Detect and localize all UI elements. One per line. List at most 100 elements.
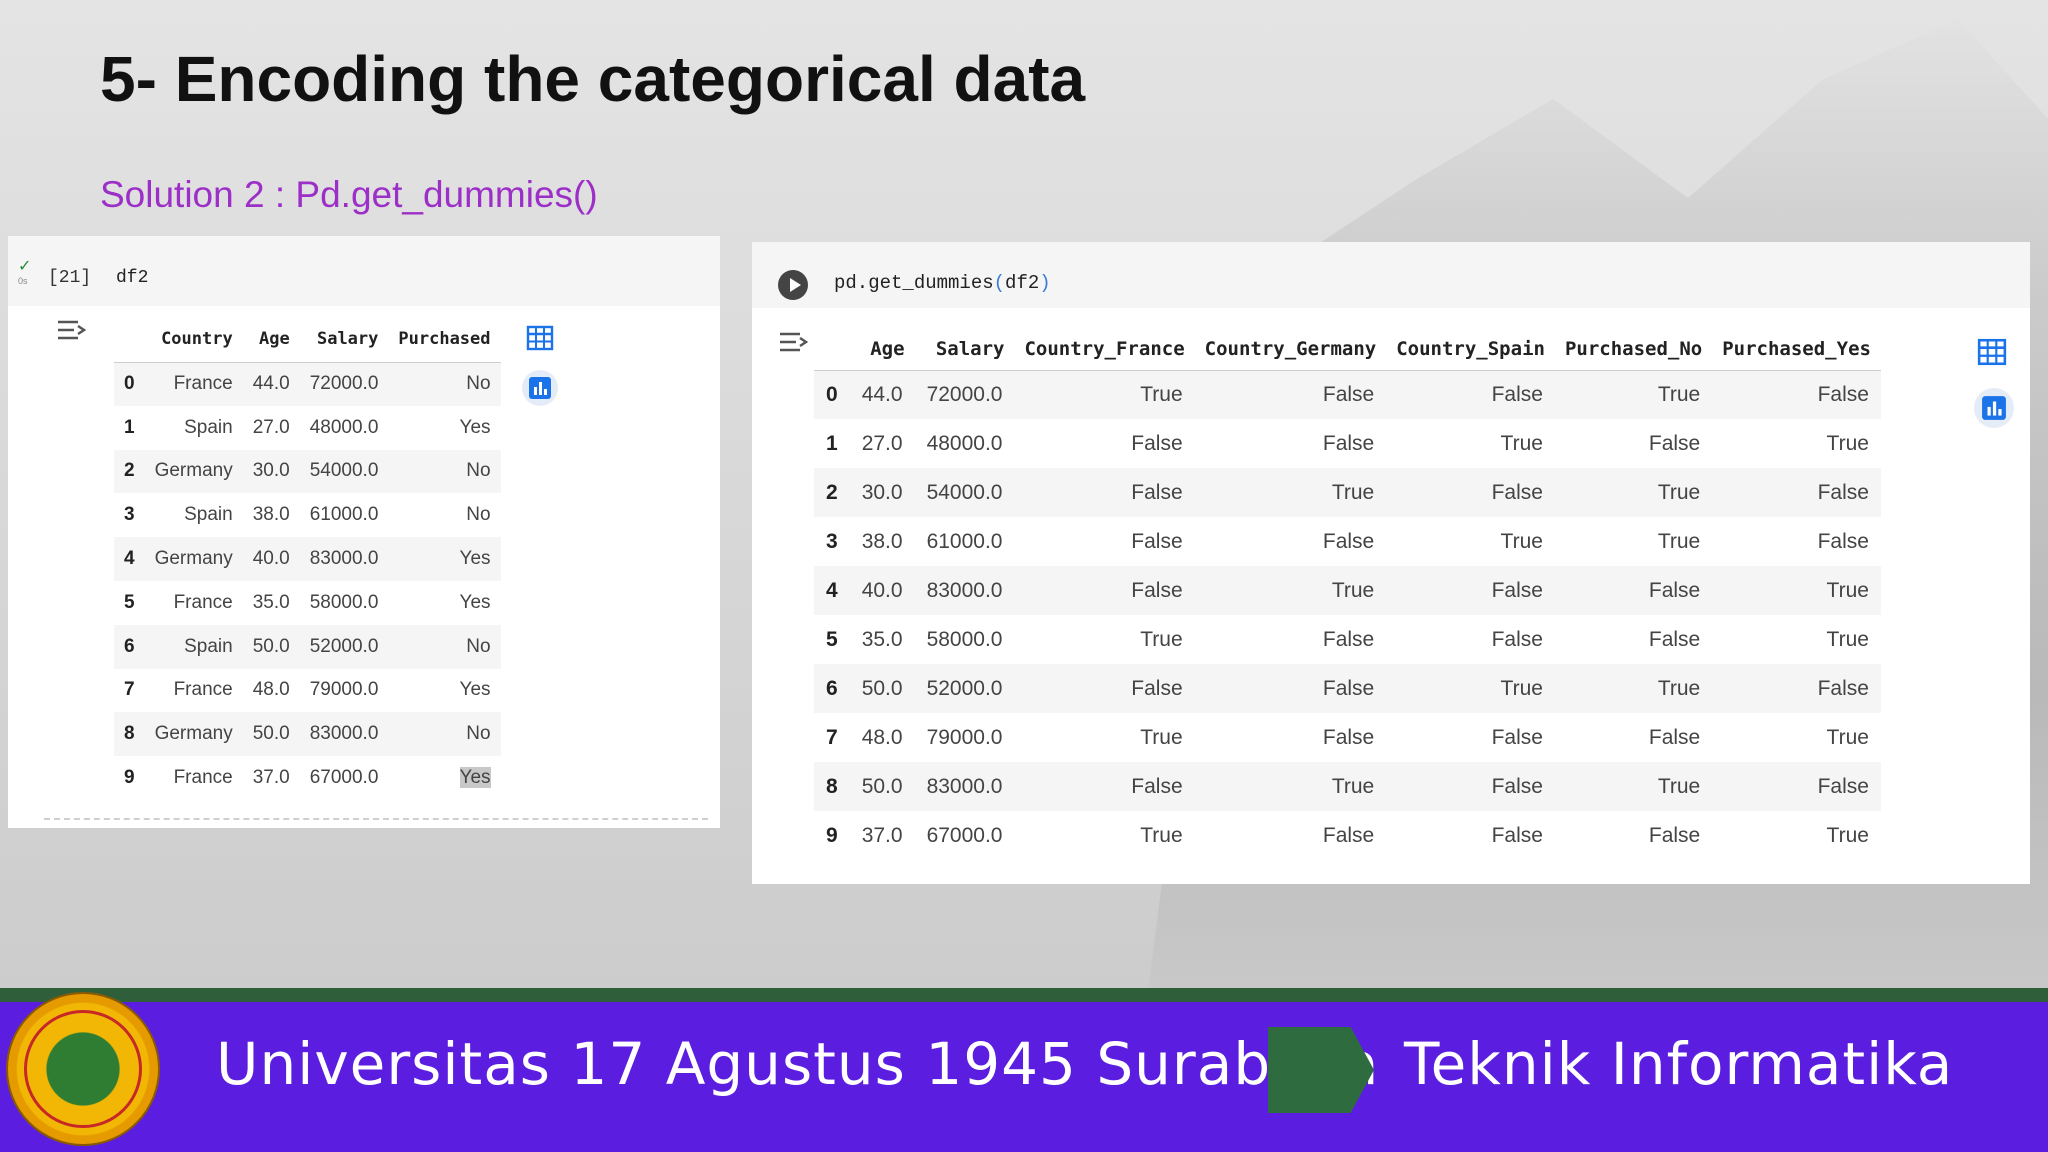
- table-cell: 37.0: [850, 811, 915, 860]
- table-cell: True: [1712, 566, 1881, 615]
- table-cell: True: [1194, 468, 1387, 517]
- table-view-button[interactable]: [1974, 334, 2010, 370]
- cell-value: False: [1131, 578, 1183, 602]
- cell-value: False: [1491, 725, 1543, 749]
- cell-value: 35.0: [861, 627, 903, 651]
- run-icon[interactable]: [778, 270, 808, 300]
- table-cell: 37.0: [243, 756, 300, 800]
- table-cell: False: [1014, 419, 1194, 468]
- table-row: 2 30.0 54000.0 False True False True False: [814, 468, 1881, 517]
- table-cell: No: [388, 712, 501, 757]
- table-row: 7 France 48.0 79000.0 Yes: [114, 669, 501, 713]
- cell-value: 67000.0: [309, 767, 379, 789]
- table-header-row: Age Salary Country_France Country_Germany Co…: [814, 328, 1881, 371]
- table-icon: [1977, 338, 2007, 366]
- cell-value: France: [173, 679, 233, 701]
- cell-value: False: [1817, 382, 1869, 406]
- cell-value: Spain: [184, 504, 233, 526]
- table-row: 7 48.0 79000.0 True False False False True: [814, 713, 1881, 762]
- row-index: 3: [826, 529, 838, 553]
- cell-value: False: [1648, 578, 1701, 602]
- cell-value: True: [1500, 676, 1543, 700]
- cell-value: 40.0: [252, 548, 290, 570]
- cell-value: 50.0: [252, 723, 290, 745]
- cell-value: True: [1657, 774, 1701, 798]
- cell-value: 54000.0: [309, 460, 379, 482]
- code-input-bar[interactable]: pd.get_dummies(df2): [752, 242, 2030, 308]
- table-cell: True: [1712, 419, 1881, 468]
- table-row: 5 France 35.0 58000.0 Yes: [114, 581, 501, 625]
- table-view-button[interactable]: [522, 320, 558, 356]
- table-row: 3 Spain 38.0 61000.0 No: [114, 493, 501, 537]
- table-cell: False: [1555, 713, 1712, 762]
- table-cell: Spain: [145, 493, 243, 537]
- cell-value: True: [1140, 725, 1183, 749]
- cell-value: No: [466, 723, 491, 745]
- cell-value: False: [1131, 774, 1183, 798]
- cell-value: True: [1657, 676, 1701, 700]
- cell-value: No: [466, 504, 491, 526]
- table-cell: 38.0: [243, 493, 300, 537]
- row-index: 7: [826, 725, 838, 749]
- table-cell: 67000.0: [915, 811, 1015, 860]
- table-cell: Yes: [388, 581, 500, 625]
- exec-count: [21]: [48, 268, 92, 288]
- cell-value: False: [1648, 725, 1701, 749]
- cell-value: 83000.0: [309, 723, 379, 745]
- table-row: 8 Germany 50.0 83000.0 No: [114, 712, 501, 757]
- cell-value: Germany: [154, 460, 233, 482]
- table-cell: 48.0: [243, 669, 300, 713]
- cell-value: 30.0: [252, 460, 290, 482]
- table-cell: True: [1014, 811, 1194, 860]
- table-cell: No: [388, 624, 501, 669]
- table-cell: 58000.0: [915, 615, 1015, 664]
- table-cell: 27.0: [850, 419, 915, 468]
- table-cell: True: [1194, 762, 1387, 811]
- cell-value: False: [1648, 627, 1701, 651]
- table-cell: False: [1195, 517, 1387, 566]
- cell-value: True: [1331, 578, 1375, 602]
- table-row: 8 50.0 83000.0 False True False True False: [814, 762, 1881, 811]
- table-cell: False: [1014, 517, 1194, 566]
- code-text[interactable]: df2: [116, 268, 148, 288]
- table-cell: 48000.0: [300, 406, 389, 450]
- table-cell: 83000.0: [914, 566, 1015, 615]
- column-header: Country: [144, 316, 243, 363]
- table-cell: True: [1712, 811, 1881, 860]
- output-toggle-icon[interactable]: [778, 330, 810, 354]
- table-cell: 35.0: [850, 615, 915, 664]
- chart-suggest-button[interactable]: [1974, 388, 2014, 428]
- cell-value: 58000.0: [926, 627, 1003, 651]
- cell-value: No: [466, 460, 491, 482]
- table-cell: Yes: [388, 756, 500, 800]
- cell-value: True: [1331, 480, 1375, 504]
- cell-value: True: [1826, 725, 1869, 749]
- table-cell: 67000.0: [300, 756, 389, 800]
- cell-value: 50.0: [861, 676, 903, 700]
- table-cell: False: [1555, 615, 1712, 664]
- cell-value: 38.0: [252, 504, 290, 526]
- table-row: 2 Germany 30.0 54000.0 No: [114, 449, 501, 494]
- output-toggle-icon[interactable]: [56, 318, 88, 342]
- table-cell: False: [1555, 811, 1712, 860]
- table-cell: False: [1554, 566, 1713, 615]
- cell-value: True: [1826, 431, 1869, 455]
- chart-suggest-button[interactable]: [522, 370, 558, 406]
- cell-value: True: [1657, 382, 1701, 406]
- row-index: 7: [124, 679, 135, 701]
- table-cell: False: [1195, 419, 1387, 468]
- cell-value: 40.0: [861, 578, 903, 602]
- cell-value: False: [1648, 823, 1701, 847]
- table-row: 9 France 37.0 67000.0 Yes: [114, 756, 501, 800]
- row-index: 6: [814, 664, 850, 713]
- cell-value: Germany: [154, 723, 233, 745]
- row-index: 0: [114, 362, 145, 406]
- table-cell: False: [1386, 713, 1555, 762]
- table-cell: False: [1014, 762, 1195, 811]
- table-cell: No: [388, 493, 500, 537]
- code-input-bar[interactable]: ✓ 0s [21] df2: [8, 236, 720, 306]
- code-text[interactable]: pd.get_dummies(df2): [834, 272, 1051, 294]
- table-cell: 50.0: [242, 624, 300, 669]
- table-cell: 40.0: [242, 537, 300, 581]
- table-cell: True: [1554, 468, 1713, 517]
